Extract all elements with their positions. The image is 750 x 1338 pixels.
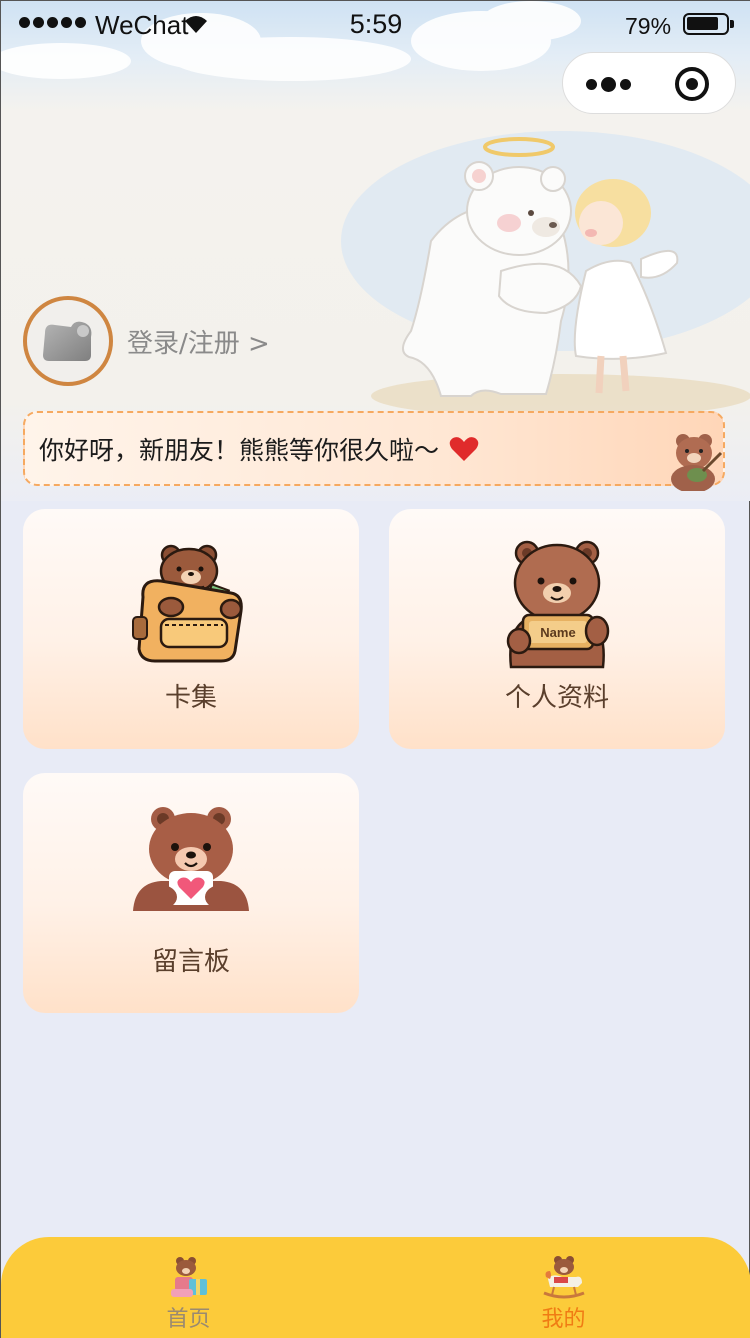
login-register-link[interactable]: 登录/注册 > (127, 323, 270, 360)
bear-name-card-icon: Name (506, 540, 610, 669)
svg-text:Name: Name (540, 625, 575, 640)
greeting-banner: 你好呀，新朋友！熊熊等你很久啦～ (23, 411, 725, 491)
personal-profile-button[interactable]: Name 个人资料 (389, 509, 725, 749)
bear-gift-icon (170, 1257, 207, 1297)
status-bar: WeChat 5:59 79% (1, 1, 750, 47)
message-board-label: 留言板 (151, 947, 230, 977)
card-collection-label: 卡集 (164, 683, 217, 713)
battery-percentage: 79% (625, 13, 672, 39)
login-register-entry[interactable]: 登录/注册 > (23, 295, 270, 387)
more-options-icon[interactable] (583, 73, 643, 97)
bear-rocking-horse-icon (542, 1256, 585, 1299)
tab-home[interactable]: 首页 (1, 1237, 376, 1338)
tab-mine[interactable]: 我的 (376, 1237, 750, 1338)
tab-mine-label: 我的 (541, 1307, 586, 1332)
bear-heart-note-icon (133, 807, 249, 911)
heart-icon (449, 436, 479, 461)
mini-program-capsule (562, 52, 736, 114)
bear-backpack-icon (132, 544, 243, 663)
bear-guitar-icon (671, 434, 723, 491)
close-mini-program-icon[interactable] (675, 67, 709, 101)
personal-profile-label: 个人资料 (504, 683, 609, 713)
greeting-text: 你好呀，新朋友！熊熊等你很久啦～ (39, 435, 440, 465)
default-avatar-icon (43, 321, 92, 361)
battery-icon (683, 13, 734, 35)
card-collection-button[interactable]: 卡集 (23, 509, 359, 749)
bottom-tab-bar: 首页 我的 (1, 1237, 750, 1338)
avatar[interactable] (23, 296, 113, 386)
message-board-button[interactable]: 留言板 (23, 773, 359, 1013)
tab-home-label: 首页 (166, 1307, 211, 1332)
